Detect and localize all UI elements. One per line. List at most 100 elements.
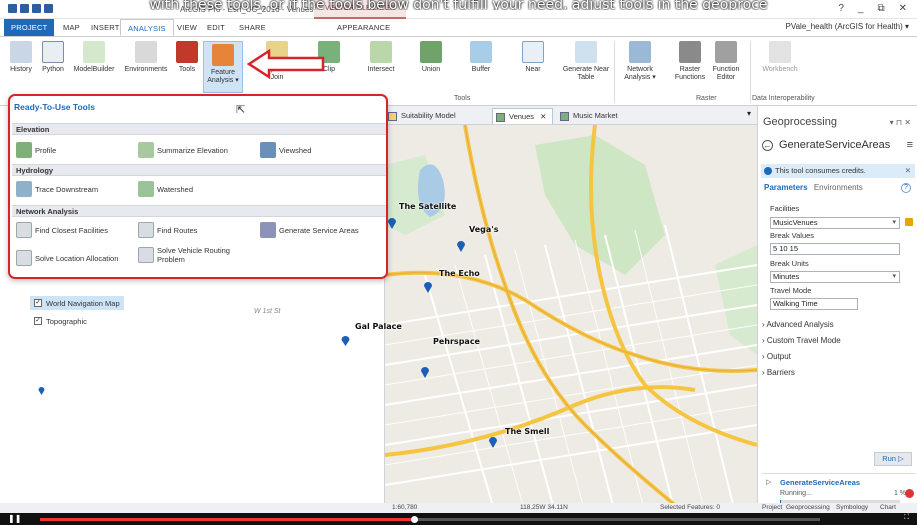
- video-progress-track[interactable]: [40, 516, 820, 523]
- gp-tool-name: GenerateServiceAreas: [779, 139, 891, 151]
- break-values-field[interactable]: 5 10 15: [770, 243, 900, 255]
- facilities-value: MusicVenues: [773, 218, 818, 227]
- tool-summarize-elevation[interactable]: Summarize Elevation: [138, 142, 228, 158]
- status-tool-name[interactable]: GenerateServiceAreas: [780, 478, 860, 487]
- tab-music-market[interactable]: Music Market: [557, 108, 624, 124]
- expander-advanced-analysis[interactable]: › Advanced Analysis: [762, 320, 834, 329]
- environments-button[interactable]: Environments: [120, 41, 172, 74]
- tool-solve-vehicle-routing[interactable]: Solve Vehicle Routing Problem: [138, 246, 238, 264]
- run-button[interactable]: Run ▷: [874, 452, 912, 466]
- section-network-analysis: Network Analysis: [12, 205, 386, 217]
- tab-suitability-model[interactable]: Suitability Model: [385, 108, 462, 124]
- watershed-icon: [138, 181, 154, 197]
- map-view[interactable]: The Satellite Vega's The Echo Gal Palace…: [385, 125, 757, 513]
- tool-label: Watershed: [157, 184, 193, 194]
- hamburger-menu-icon[interactable]: ≡: [907, 139, 913, 151]
- expander-barriers[interactable]: › Barriers: [762, 368, 795, 377]
- expander-custom-travel-mode[interactable]: › Custom Travel Mode: [762, 336, 841, 345]
- workbench-button[interactable]: Workbench: [760, 41, 800, 74]
- facilities-field[interactable]: MusicVenues ▾: [770, 217, 900, 229]
- scale-value[interactable]: 1:60,780: [392, 504, 417, 511]
- intersect-button[interactable]: Intersect: [364, 41, 398, 74]
- expand-icon[interactable]: ▷: [766, 478, 771, 486]
- layer-topographic[interactable]: ✓ Topographic: [30, 314, 91, 328]
- tool-solve-location-allocation[interactable]: Solve Location Allocation: [16, 250, 118, 266]
- layer-world-navigation-map[interactable]: ✓ World Navigation Map: [30, 296, 124, 310]
- tab-label: Suitability Model: [401, 111, 456, 120]
- video-scrubber[interactable]: [411, 516, 419, 523]
- workbench-icon: [769, 41, 791, 63]
- buffer-button[interactable]: Buffer: [466, 41, 496, 74]
- break-units-field[interactable]: Minutes ▾: [770, 271, 900, 283]
- tab-venues[interactable]: Venues ✕: [492, 108, 554, 124]
- generate-near-table-label: Generate Near Table: [562, 66, 610, 81]
- checkbox-icon[interactable]: ✓: [34, 317, 42, 325]
- pause-icon[interactable]: ❚❚: [8, 514, 21, 523]
- travel-mode-value: Walking Time: [773, 299, 818, 308]
- travel-mode-field[interactable]: Walking Time: [770, 298, 858, 310]
- add-data-icon[interactable]: [905, 218, 913, 226]
- tool-label: Find Closest Facilities: [35, 225, 108, 235]
- fullscreen-icon[interactable]: ⛶: [904, 514, 909, 522]
- feature-analysis-button[interactable]: Feature Analysis ▾: [203, 41, 243, 93]
- tool-trace-downstream[interactable]: Trace Downstream: [16, 181, 98, 197]
- cancel-icon[interactable]: [905, 489, 914, 498]
- venue-label-vegas: Vega's: [469, 225, 499, 234]
- tab-environments[interactable]: Environments: [814, 183, 863, 192]
- venue-label-gal-palace: Gal Palace: [355, 322, 402, 331]
- bottom-tab-symbology[interactable]: Symbology: [836, 504, 868, 511]
- workbench-label: Workbench: [762, 66, 798, 73]
- modelbuilder-button[interactable]: ModelBuilder: [70, 41, 118, 74]
- profile-icon: [16, 142, 32, 158]
- network-analysis-button[interactable]: Network Analysis ▾: [620, 41, 660, 82]
- help-icon[interactable]: ?: [901, 183, 911, 193]
- dropdown-icon[interactable]: ▾: [892, 218, 896, 228]
- near-button[interactable]: Near: [518, 41, 548, 74]
- venue-pin-icon[interactable]: [341, 335, 350, 346]
- red-arrow-annotation: [247, 48, 325, 80]
- tab-map[interactable]: MAP: [56, 19, 87, 36]
- video-subtitle: with these tools, or if the tools below …: [149, 0, 768, 10]
- tool-generate-service-areas[interactable]: Generate Service Areas: [260, 222, 359, 238]
- find-routes-icon: [138, 222, 154, 238]
- tab-edit[interactable]: EDIT: [200, 19, 232, 36]
- dropdown-icon[interactable]: ▾: [892, 272, 896, 282]
- tab-menu-icon[interactable]: ▾: [747, 109, 751, 118]
- tool-label: Generate Service Areas: [279, 225, 359, 235]
- tool-find-routes[interactable]: Find Routes: [138, 222, 197, 238]
- tools-button[interactable]: Tools: [174, 41, 200, 74]
- credits-notice: This tool consumes credits. ✕: [761, 164, 915, 178]
- modelbuilder-label: ModelBuilder: [73, 66, 115, 73]
- tab-analysis[interactable]: ANALYSIS: [120, 19, 174, 36]
- checkbox-icon[interactable]: ✓: [34, 299, 42, 307]
- buffer-label: Buffer: [471, 66, 491, 73]
- user-account[interactable]: PVale_health (ArcGIS for Health) ▾: [786, 22, 909, 31]
- back-icon[interactable]: ←: [762, 139, 773, 151]
- python-button[interactable]: Python: [38, 41, 68, 74]
- expander-output[interactable]: › Output: [762, 352, 791, 361]
- generate-near-table-button[interactable]: Generate Near Table: [562, 41, 610, 82]
- closest-facilities-icon: [16, 222, 32, 238]
- ribbon-separator: [614, 41, 615, 103]
- bottom-tab-geoprocessing[interactable]: Geoprocessing: [786, 504, 830, 511]
- gp-pane-title: Geoprocessing: [763, 116, 837, 128]
- tool-profile[interactable]: Profile: [16, 142, 56, 158]
- tab-parameters[interactable]: Parameters: [764, 183, 808, 192]
- pane-options-icon[interactable]: ▾ ⊓ ✕: [890, 118, 911, 127]
- expander-label: Custom Travel Mode: [766, 336, 841, 345]
- bottom-tab-project[interactable]: Project: [762, 504, 782, 511]
- tool-find-closest-facilities[interactable]: Find Closest Facilities: [16, 222, 108, 238]
- close-tab-icon[interactable]: ✕: [540, 112, 546, 121]
- tab-share[interactable]: SHARE: [232, 19, 273, 36]
- tool-viewshed[interactable]: Viewshed: [260, 142, 311, 158]
- tool-watershed[interactable]: Watershed: [138, 181, 193, 197]
- raster-functions-button[interactable]: Raster Functions: [672, 41, 708, 82]
- tab-view[interactable]: VIEW: [170, 19, 204, 36]
- dismiss-icon[interactable]: ✕: [905, 164, 911, 178]
- bottom-tab-chart[interactable]: Chart: [880, 504, 896, 511]
- tab-project[interactable]: PROJECT: [4, 19, 55, 36]
- union-button[interactable]: Union: [416, 41, 446, 74]
- history-button[interactable]: History: [6, 41, 36, 74]
- function-editor-button[interactable]: Function Editor: [708, 41, 744, 82]
- tab-appearance[interactable]: APPEARANCE: [330, 19, 397, 36]
